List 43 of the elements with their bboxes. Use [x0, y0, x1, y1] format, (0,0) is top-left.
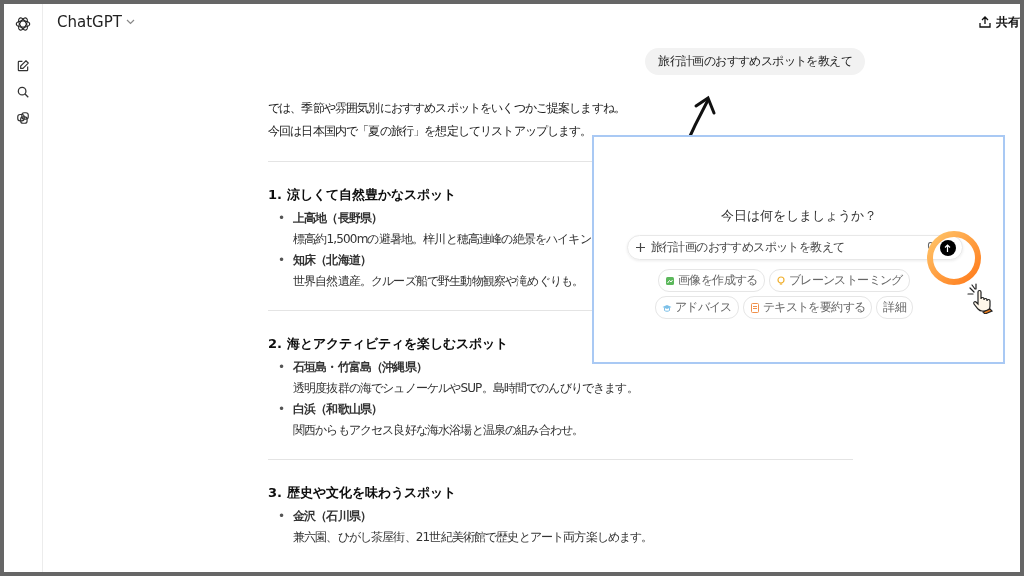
- graduation-cap-icon: [661, 302, 672, 313]
- bullet: •: [278, 401, 285, 418]
- spot-description: 兼六園、ひがし茶屋街、21世紀美術館で歴史とアート両方楽しめます。: [293, 529, 653, 546]
- reply-text: では、季節や雰囲気別におすすめスポットをいくつかご提案しますね。: [268, 100, 626, 117]
- search-icon[interactable]: [16, 85, 30, 99]
- logo-icon[interactable]: [14, 15, 32, 33]
- suggestion-chip[interactable]: ブレーンストーミング: [768, 269, 910, 292]
- plus-icon[interactable]: [635, 243, 645, 252]
- spot-description: 透明度抜群の海でシュノーケルやSUP。島時間でのんびりできます。: [293, 380, 638, 397]
- app-title[interactable]: ChatGPT: [57, 13, 122, 31]
- spot-name: 金沢（石川県）: [293, 508, 372, 525]
- chevron-down-icon[interactable]: [125, 19, 135, 25]
- bullet: •: [278, 508, 285, 525]
- spot-name: 知床（北海道）: [293, 252, 372, 269]
- highlight-ring: [926, 230, 982, 286]
- share-button[interactable]: 共有: [979, 13, 1020, 31]
- bullet: •: [278, 210, 285, 227]
- spot-name: 白浜（和歌山県）: [293, 401, 383, 418]
- user-message: 旅行計画のおすすめスポットを教えて: [645, 48, 865, 75]
- suggestion-chip[interactable]: テキストを要約する: [742, 296, 873, 319]
- section-heading: 3. 歴史や文化を味わうスポット: [268, 484, 456, 502]
- lightbulb-icon: [775, 275, 786, 286]
- spot-description: 世界自然遺産。クルーズ船で野生動物観察や滝めぐりも。: [293, 273, 584, 290]
- reply-text: 今回は日本国内で「夏の旅行」を想定してリストアップします。: [268, 123, 592, 140]
- spot-name: 石垣島・竹富島（沖縄県）: [293, 359, 427, 376]
- apps-icon[interactable]: [16, 111, 30, 125]
- bullet: •: [278, 359, 285, 376]
- new-chat-icon[interactable]: [16, 59, 30, 73]
- arrow-up-icon: [944, 243, 951, 252]
- spot-description: 標高約1,500mの避暑地。梓川と穂高連峰の絶景をハイキン: [293, 231, 591, 248]
- greeting: 今日は何をしましょうか？: [720, 207, 877, 225]
- spot-name: 上高地（長野県）: [293, 210, 383, 227]
- section-heading: 2. 海とアクティビティを楽しむスポット: [268, 335, 508, 353]
- upload-icon: [979, 16, 991, 28]
- suggestion-chip[interactable]: アドバイス: [654, 296, 739, 319]
- image-icon: [665, 275, 676, 286]
- suggestion-chip[interactable]: 詳細: [876, 296, 914, 319]
- document-icon: [749, 302, 760, 313]
- suggestion-chip[interactable]: 画像を作成する: [658, 269, 765, 292]
- send-button[interactable]: [939, 239, 956, 256]
- spot-description: 関西からもアクセス良好な海水浴場と温泉の組み合わせ。: [293, 422, 584, 439]
- bullet: •: [278, 252, 285, 269]
- section-heading: 1. 涼しくて自然豊かなスポット: [268, 186, 456, 204]
